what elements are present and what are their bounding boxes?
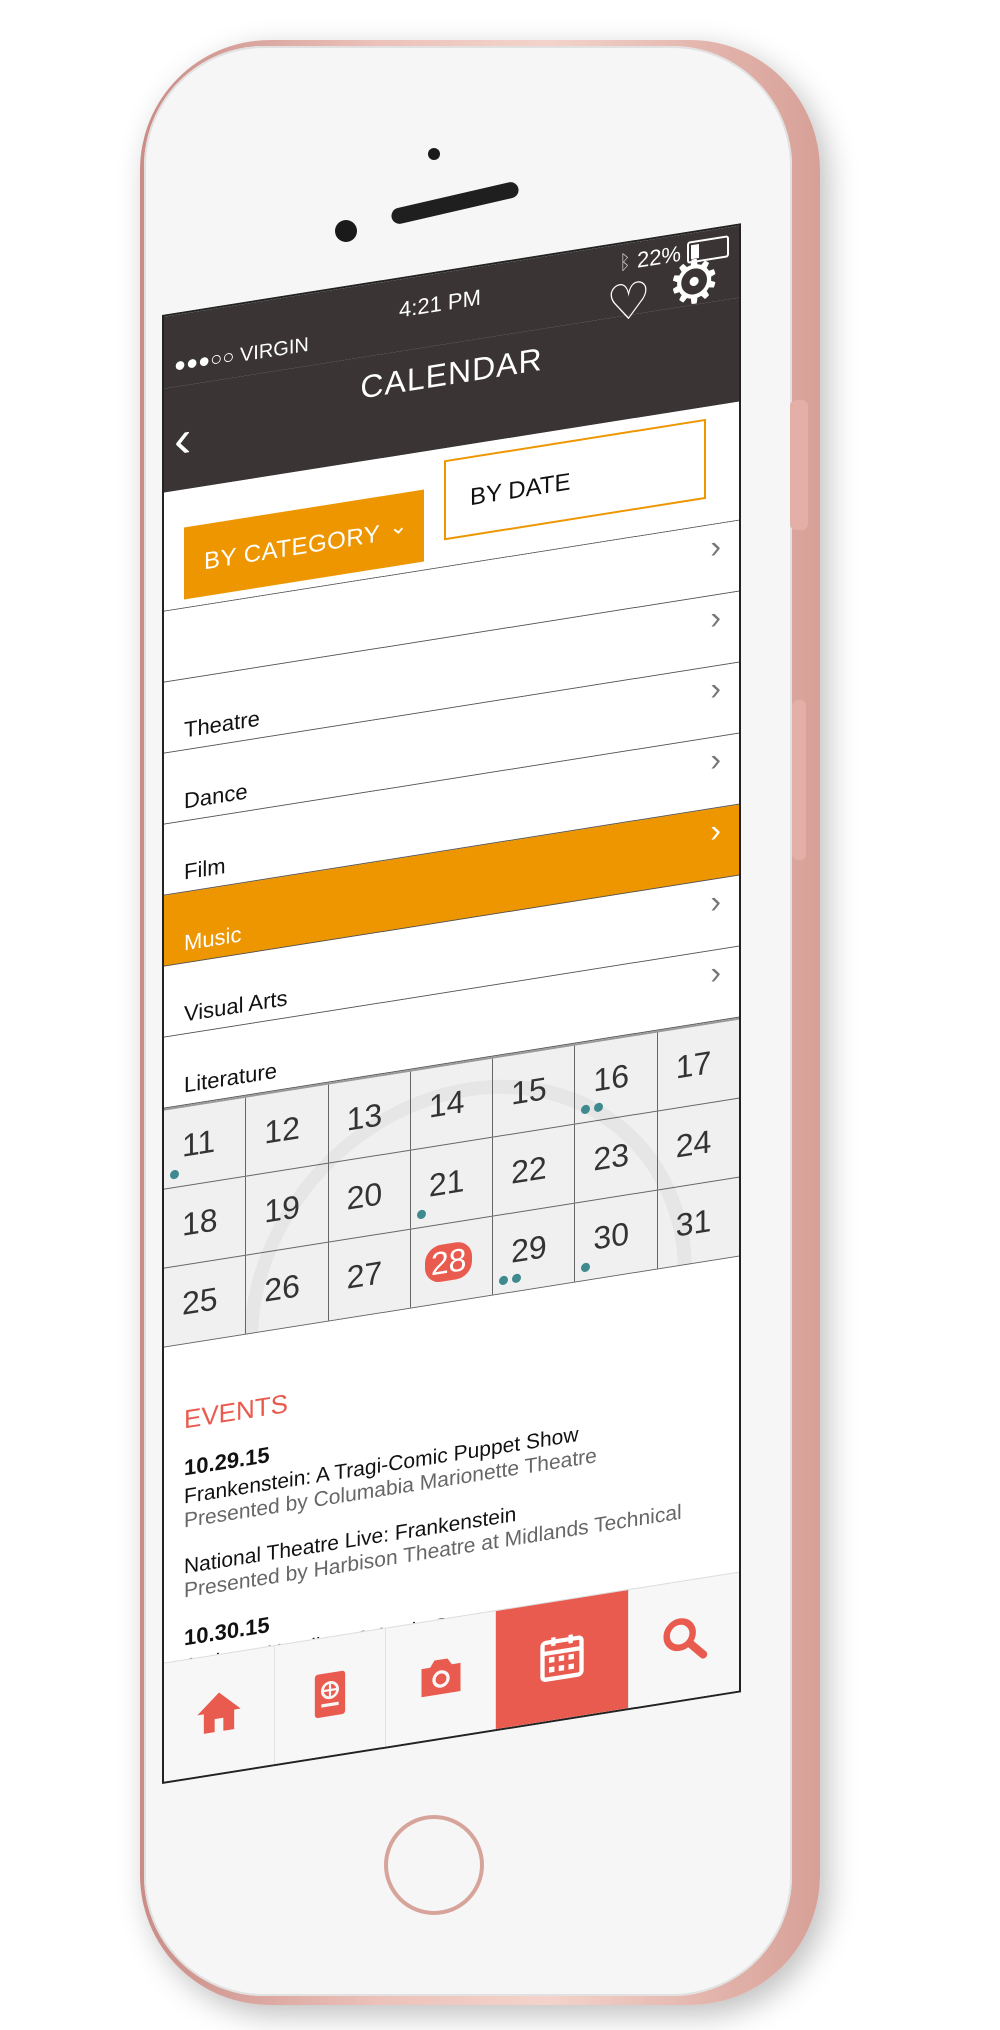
- day-number: 20: [346, 1175, 383, 1217]
- calendar-day[interactable]: 23: [575, 1111, 658, 1203]
- by-date-label: BY DATE: [470, 468, 571, 512]
- camera-icon: [415, 1646, 467, 1711]
- event-dot: [512, 1273, 522, 1284]
- calendar-day[interactable]: 21: [410, 1137, 494, 1229]
- app-screen: ●●●○○ VIRGIN 4:21 PM ᛒ 22% ‹ CALENDAR ♡ …: [162, 223, 741, 1784]
- calendar-day[interactable]: 26: [246, 1242, 329, 1334]
- day-number: 17: [675, 1044, 712, 1086]
- calendar-day[interactable]: 29: [493, 1203, 576, 1295]
- chevron-right-icon: ›: [710, 740, 721, 779]
- day-number: 16: [593, 1057, 629, 1099]
- calendar-day[interactable]: 11: [164, 1097, 247, 1189]
- event-dot: [581, 1104, 591, 1115]
- day-number: 30: [593, 1215, 629, 1257]
- tab-camera[interactable]: [385, 1611, 497, 1747]
- day-number: 29: [511, 1228, 547, 1270]
- passport-icon: [304, 1664, 356, 1729]
- category-label: Dance: [184, 778, 248, 814]
- day-number: 26: [264, 1267, 300, 1309]
- calendar-day[interactable]: 27: [328, 1229, 411, 1321]
- category-label: Theatre: [184, 705, 260, 743]
- proximity-sensor: [428, 148, 440, 160]
- calendar-day[interactable]: 13: [328, 1071, 411, 1163]
- calendar-day[interactable]: 19: [246, 1163, 329, 1255]
- category-list: › Theatre › Dance › Film › Music › Visual Arts › Li…: [164, 519, 739, 1109]
- tab-passport[interactable]: [274, 1628, 386, 1765]
- event-dots: [416, 1209, 426, 1220]
- calendar-day[interactable]: 17: [658, 1020, 739, 1111]
- chevron-right-icon: ›: [710, 811, 721, 850]
- tab-calendar[interactable]: [496, 1590, 630, 1730]
- front-camera: [335, 220, 357, 242]
- calendar-icon: [536, 1627, 588, 1692]
- event-dot: [416, 1209, 426, 1220]
- tab-search[interactable]: [629, 1573, 739, 1708]
- calendar-day[interactable]: 25: [164, 1255, 247, 1347]
- event-dots: [581, 1102, 604, 1115]
- event-dot: [581, 1262, 591, 1273]
- calendar-day[interactable]: 16: [575, 1032, 658, 1124]
- event-dot: [499, 1275, 509, 1286]
- day-number: 24: [675, 1123, 712, 1165]
- calendar-day[interactable]: 14: [410, 1058, 494, 1150]
- chevron-right-icon: ›: [710, 882, 721, 921]
- home-icon: [193, 1681, 245, 1746]
- day-number: 12: [264, 1109, 300, 1151]
- day-number: 23: [593, 1136, 629, 1178]
- by-category-label: BY CATEGORY: [204, 520, 381, 576]
- tab-home[interactable]: [164, 1646, 275, 1782]
- event-dots: [170, 1169, 179, 1180]
- bluetooth-icon: ᛒ: [618, 250, 631, 275]
- calendar-day[interactable]: 30: [575, 1190, 658, 1282]
- side-power-button: [790, 400, 808, 530]
- home-button[interactable]: [384, 1815, 484, 1915]
- search-icon: [658, 1608, 710, 1673]
- day-number: 15: [511, 1070, 547, 1112]
- event-dot: [170, 1169, 179, 1180]
- category-label: Film: [184, 852, 226, 885]
- chevron-right-icon: ›: [710, 669, 721, 708]
- chevron-right-icon: ›: [710, 527, 721, 566]
- side-button: [792, 700, 806, 860]
- day-number: 27: [346, 1254, 383, 1296]
- day-number: 28: [424, 1239, 473, 1285]
- heart-icon[interactable]: ♡: [606, 271, 651, 334]
- day-number: 13: [346, 1096, 383, 1138]
- day-number: 19: [264, 1188, 300, 1230]
- chevron-down-icon: ⌄: [389, 512, 408, 541]
- day-number: 25: [182, 1280, 218, 1322]
- event-dots: [581, 1262, 591, 1273]
- day-number: 31: [675, 1202, 712, 1244]
- clock: 4:21 PM: [399, 284, 481, 323]
- day-number: 21: [428, 1162, 465, 1204]
- day-number: 11: [182, 1122, 216, 1164]
- event-dots: [499, 1273, 522, 1286]
- calendar-day[interactable]: 12: [246, 1084, 329, 1176]
- calendar-day[interactable]: 20: [328, 1150, 411, 1242]
- calendar-day[interactable]: 18: [164, 1176, 247, 1268]
- day-number: 22: [511, 1149, 547, 1191]
- calendar-day-today[interactable]: 28: [410, 1216, 494, 1308]
- chevron-right-icon: ›: [710, 953, 721, 992]
- chevron-right-icon: ›: [710, 598, 721, 637]
- event-dot: [594, 1102, 604, 1113]
- gear-icon[interactable]: ⚙: [667, 244, 721, 320]
- calendar-day[interactable]: 24: [658, 1099, 739, 1190]
- category-label: Music: [184, 921, 242, 956]
- day-number: 18: [182, 1201, 218, 1243]
- day-number: 14: [428, 1083, 465, 1125]
- calendar-day[interactable]: 22: [493, 1124, 576, 1216]
- calendar-day[interactable]: 31: [658, 1178, 739, 1269]
- calendar-day[interactable]: 15: [493, 1045, 576, 1137]
